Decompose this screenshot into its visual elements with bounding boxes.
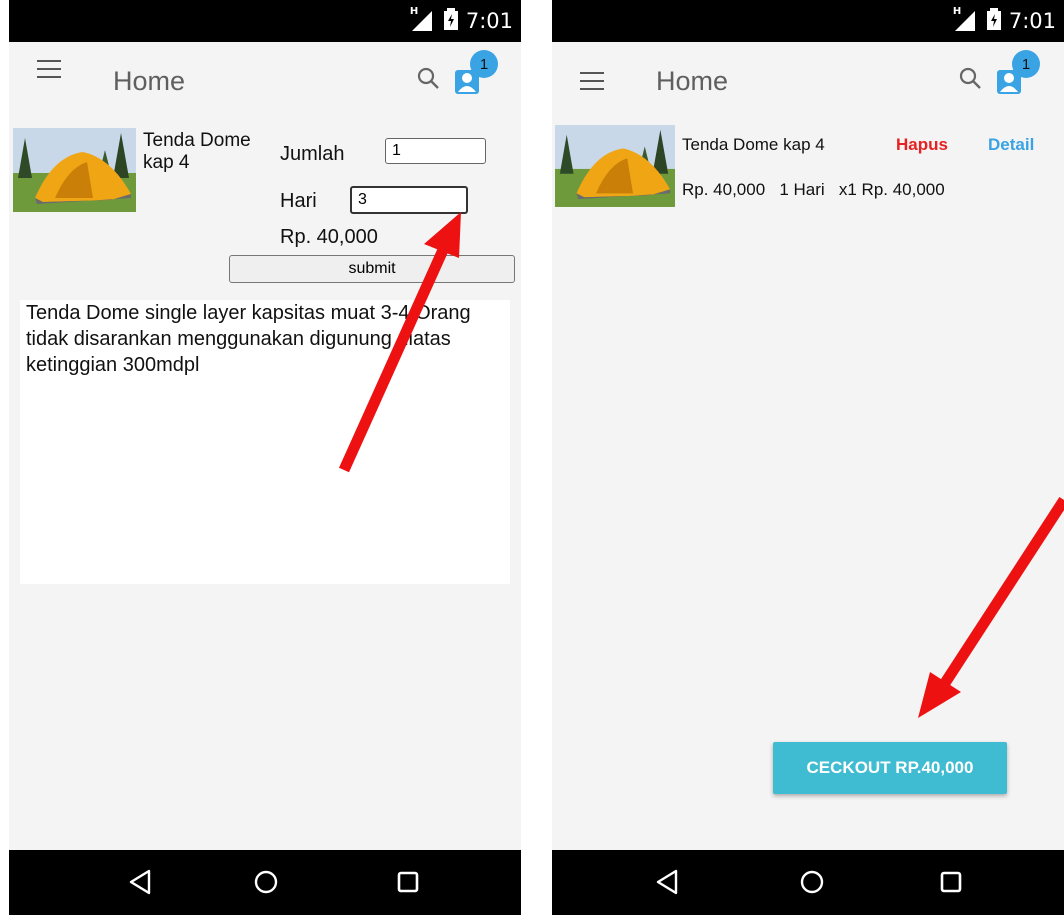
home-icon[interactable] <box>798 868 826 896</box>
battery-icon <box>443 7 458 35</box>
recents-icon[interactable] <box>937 868 965 896</box>
recents-icon[interactable] <box>394 868 422 896</box>
signal-icon: H <box>410 6 436 32</box>
hari-input[interactable] <box>350 186 468 214</box>
menu-icon[interactable] <box>37 60 61 80</box>
clock: 7:01 <box>465 9 513 33</box>
cart-item-name: Tenda Dome kap 4 <box>682 135 825 154</box>
submit-button[interactable]: submit <box>229 255 515 283</box>
nav-bar <box>9 850 521 915</box>
checkout-button[interactable]: CECKOUT RP.40,000 <box>773 742 1007 794</box>
product-name: Tenda Dome kap 4 <box>143 130 251 173</box>
jumlah-label: Jumlah <box>280 143 345 165</box>
home-icon[interactable] <box>252 868 280 896</box>
product-image <box>13 128 136 212</box>
delete-button[interactable]: Hapus <box>896 135 948 155</box>
product-description: Tenda Dome single layer kapsitas muat 3-… <box>20 300 510 584</box>
menu-icon[interactable] <box>580 72 604 92</box>
detail-button[interactable]: Detail <box>988 135 1034 155</box>
toolbar: Home 1 <box>552 42 1064 114</box>
price-label: Rp. 40,000 <box>280 226 378 248</box>
page-title: Home <box>113 66 186 96</box>
cart-badge: 1 <box>1012 50 1040 78</box>
search-icon[interactable] <box>416 66 440 90</box>
cart-item-image <box>555 125 675 207</box>
toolbar: Home 1 <box>9 42 521 114</box>
hari-label: Hari <box>280 190 317 212</box>
search-icon[interactable] <box>958 66 982 90</box>
status-bar: H 7:01 <box>9 0 521 42</box>
product-detail-screen: H 7:01 Home 1 Tenda Dome kap 4 Jumlah 1 … <box>9 0 521 915</box>
cart-item-meta: Rp. 40,000 1 Hari x1 Rp. 40,000 <box>682 180 945 199</box>
page-title: Home <box>656 66 729 96</box>
cart-screen: H 7:01 Home 1 Tenda Dome kap 4 Hapus Det… <box>552 0 1064 915</box>
clock: 7:01 <box>1008 9 1056 33</box>
back-icon[interactable] <box>654 868 682 896</box>
signal-icon: H <box>953 6 979 32</box>
status-bar: H 7:01 <box>552 0 1064 42</box>
battery-icon <box>986 7 1001 35</box>
jumlah-input[interactable] <box>385 138 486 164</box>
back-icon[interactable] <box>127 868 155 896</box>
cart-badge: 1 <box>470 50 498 78</box>
nav-bar <box>552 850 1064 915</box>
